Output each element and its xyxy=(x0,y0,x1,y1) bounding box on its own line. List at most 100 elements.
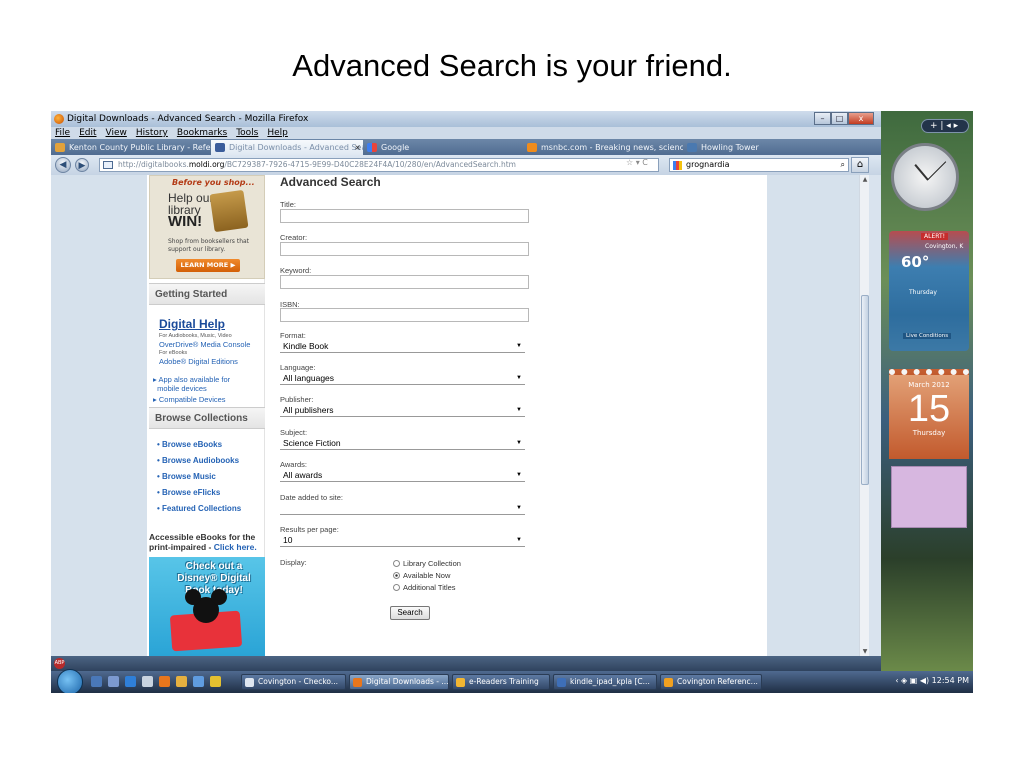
show-desktop-icon[interactable] xyxy=(91,676,102,687)
temperature: 60° xyxy=(901,253,930,271)
search-button[interactable]: Search xyxy=(390,606,430,620)
tab-label: Howling Tower xyxy=(701,143,759,152)
firefox-icon[interactable] xyxy=(159,676,170,687)
language-select[interactable]: All languages ▼ xyxy=(280,372,525,385)
publisher-select[interactable]: All publishers ▼ xyxy=(280,404,525,417)
results-per-page-select[interactable]: 10 ▼ xyxy=(280,534,525,547)
browse-music-link[interactable]: Browse Music xyxy=(157,472,216,481)
tab-howling-tower[interactable]: Howling Tower xyxy=(683,140,853,155)
awards-select[interactable]: All awards ▼ xyxy=(280,469,525,482)
chevron-down-icon: ▼ xyxy=(516,440,522,446)
keyword-input[interactable] xyxy=(280,275,529,289)
page-icon xyxy=(103,161,113,169)
chat-icon xyxy=(664,678,673,687)
slide-title: Advanced Search is your friend. xyxy=(292,48,732,83)
window-switcher-icon[interactable] xyxy=(108,676,119,687)
browse-eflicks-link[interactable]: Browse eFlicks xyxy=(157,488,220,497)
scrollbar-thumb[interactable] xyxy=(861,295,869,485)
close-button[interactable]: x xyxy=(848,112,874,125)
taskbar-item-covington-reference[interactable]: Covington Referenc... xyxy=(660,674,762,690)
date-added-select[interactable]: ▼ xyxy=(280,502,525,515)
overdrive-link[interactable]: OverDrive® Media Console xyxy=(159,340,250,349)
taskbar-item-digital-downloads[interactable]: Digital Downloads - ... xyxy=(349,674,449,690)
adobe-link[interactable]: Adobe® Digital Editions xyxy=(159,357,238,366)
start-button[interactable] xyxy=(57,669,83,693)
isbn-input[interactable] xyxy=(280,308,529,322)
back-button[interactable]: ◀ xyxy=(55,157,71,173)
tab-google[interactable]: Google xyxy=(363,140,523,155)
menu-history[interactable]: History xyxy=(136,127,168,139)
learn-more-button[interactable]: LEARN MORE ▶ xyxy=(176,259,240,272)
digital-help-link[interactable]: Digital Help xyxy=(159,317,225,331)
tab-digital-downloads[interactable]: Digital Downloads - Advanced Search × xyxy=(211,140,363,155)
click-here-link[interactable]: Click here. xyxy=(214,542,257,552)
weather-alert-badge: ALERT! xyxy=(921,233,949,240)
tab-msnbc[interactable]: msnbc.com - Breaking news, scienc... xyxy=(523,140,683,155)
menu-tools[interactable]: Tools xyxy=(236,127,258,139)
taskbar-item-covington-checkout[interactable]: Covington - Checko... xyxy=(241,674,346,690)
mobile-app-link[interactable]: ▸ App also available for mobile devices xyxy=(153,375,230,393)
radio-library-collection[interactable]: Library Collection xyxy=(393,559,461,568)
disney-banner[interactable]: Check out a Disney® Digital Book today! xyxy=(149,557,265,656)
compatible-devices-link[interactable]: ▸ Compatible Devices xyxy=(153,395,226,404)
menu-file[interactable]: File xyxy=(55,127,70,139)
search-icon[interactable]: ⌕ xyxy=(841,159,845,171)
weather-gadget[interactable]: ALERT! Covington, K 60° Thursday Live Co… xyxy=(889,231,969,351)
search-input[interactable]: grognardia ⌕ xyxy=(669,158,849,172)
ie-icon[interactable] xyxy=(125,676,136,687)
menu-help[interactable]: Help xyxy=(267,127,288,139)
taskbar-item-ereaders-training[interactable]: e-Readers Training xyxy=(452,674,550,690)
browse-ebooks-link[interactable]: Browse eBooks xyxy=(157,440,222,449)
google-icon xyxy=(673,161,682,170)
google-favicon-icon xyxy=(367,143,377,152)
menu-view[interactable]: View xyxy=(106,127,127,139)
format-select[interactable]: Kindle Book ▼ xyxy=(280,340,525,353)
home-button[interactable]: ⌂ xyxy=(851,157,869,173)
menu-bookmarks[interactable]: Bookmarks xyxy=(177,127,227,139)
tray-icons[interactable]: ‹ ◈ ▣ ◀) xyxy=(895,676,929,685)
radio-additional-titles[interactable]: Additional Titles xyxy=(393,583,456,592)
radio-available-now[interactable]: Available Now xyxy=(393,571,450,580)
sticky-note-gadget[interactable] xyxy=(891,466,967,528)
app-icon[interactable] xyxy=(193,676,204,687)
tab-close-icon[interactable]: × xyxy=(354,140,361,155)
page-favicon-icon xyxy=(215,143,225,152)
tab-label: msnbc.com - Breaking news, scienc... xyxy=(541,143,683,152)
getting-started-heading: Getting Started xyxy=(149,283,265,305)
promo-banner[interactable]: Before you shop... Help our library WIN!… xyxy=(149,175,265,279)
subject-select[interactable]: Science Fiction ▼ xyxy=(280,437,525,450)
url-controls[interactable]: ☆ ▾ C xyxy=(626,158,648,167)
status-bar: ABP xyxy=(51,656,881,671)
tab-kenton-library[interactable]: Kenton County Public Library - Refe... xyxy=(51,140,211,155)
adblock-icon[interactable]: ABP xyxy=(54,658,65,669)
taskbar-item-kindle-ipad[interactable]: kindle_ipad_kpla [C... xyxy=(553,674,657,690)
taskbar: Covington - Checko... Digital Downloads … xyxy=(51,669,973,693)
calendar-gadget[interactable]: March 2012 15 Thursday xyxy=(889,369,969,459)
quick-launch xyxy=(91,676,221,687)
browse-audiobooks-link[interactable]: Browse Audiobooks xyxy=(157,456,239,465)
url-input[interactable]: http://digitalbooks.moldi.org/BC729387-7… xyxy=(99,158,659,172)
gadget-controls[interactable]: + | ◂ ▸ xyxy=(921,119,969,133)
clock-time[interactable]: 12:54 PM xyxy=(932,676,969,685)
app-icon[interactable] xyxy=(142,676,153,687)
system-tray: ‹ ◈ ▣ ◀) 12:54 PM xyxy=(895,676,969,685)
minimize-button[interactable]: – xyxy=(814,112,831,125)
vertical-scrollbar[interactable]: ▲ ▼ xyxy=(859,175,869,656)
msnbc-favicon-icon xyxy=(527,143,537,152)
mail-icon[interactable] xyxy=(176,676,187,687)
creator-input[interactable] xyxy=(280,242,529,256)
app-icon[interactable] xyxy=(210,676,221,687)
title-input[interactable] xyxy=(280,209,529,223)
live-conditions-link[interactable]: Live Conditions xyxy=(903,333,952,339)
tab-bar: Kenton County Public Library - Refe... D… xyxy=(51,139,881,155)
featured-collections-link[interactable]: Featured Collections xyxy=(157,504,241,513)
page-title: Advanced Search xyxy=(280,175,381,189)
firefox-icon xyxy=(353,678,362,687)
tab-label: Google xyxy=(381,143,410,152)
clock-gadget[interactable] xyxy=(891,143,959,211)
maximize-button[interactable]: □ xyxy=(831,112,848,125)
document-icon xyxy=(557,678,566,687)
forward-button[interactable]: ▶ xyxy=(75,158,89,172)
menu-edit[interactable]: Edit xyxy=(79,127,96,139)
chevron-down-icon: ▼ xyxy=(516,505,522,511)
